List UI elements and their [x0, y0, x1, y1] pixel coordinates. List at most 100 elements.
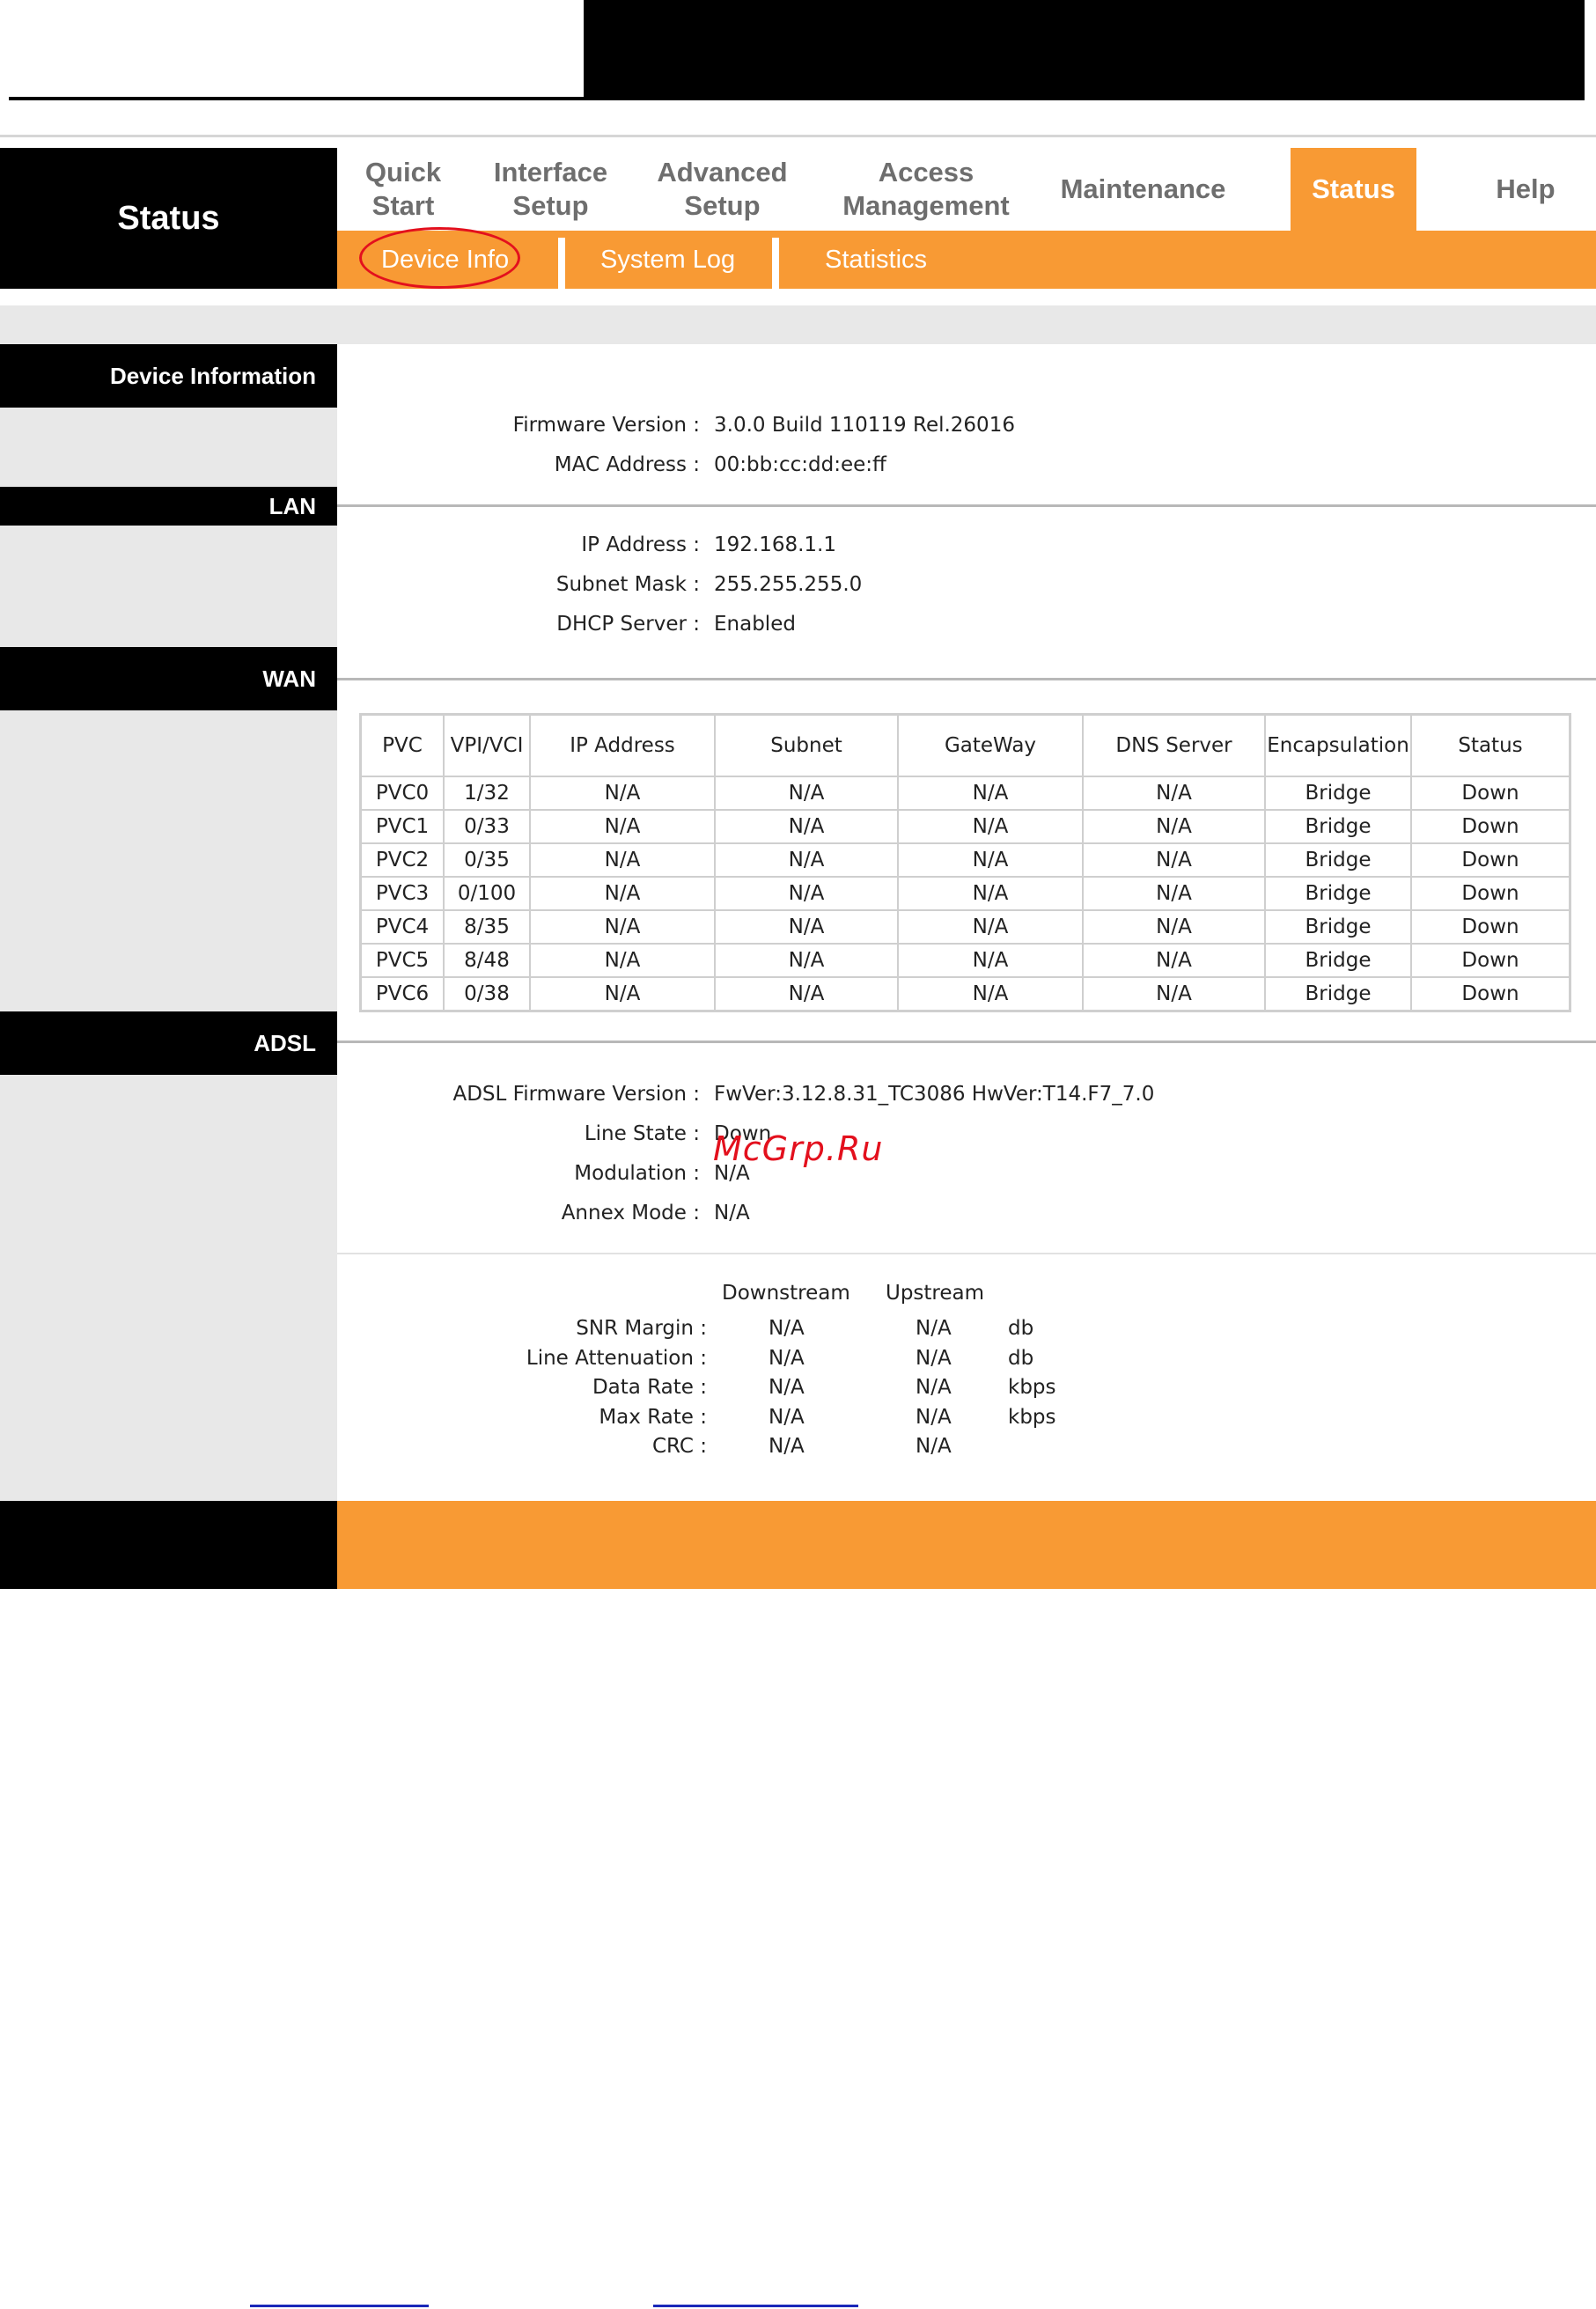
section-lan: LAN: [0, 487, 337, 526]
col-header: Status: [1410, 713, 1571, 777]
wan-table-header: PVC VPI/VCI IP Address Subnet GateWay DN…: [359, 713, 1571, 777]
table-cell: Down: [1410, 909, 1571, 945]
table-cell: N/A: [897, 776, 1084, 811]
stat-upstream: N/A: [916, 1405, 952, 1429]
table-cell: Bridge: [1264, 876, 1412, 911]
stat-unit: db: [1008, 1346, 1034, 1370]
subnet-mask-label: Subnet Mask :: [555, 573, 700, 596]
modulation-label: Modulation :: [574, 1162, 700, 1185]
nav-interface-setup[interactable]: Interface Setup: [469, 148, 632, 231]
dhcp-server-value: Enabled: [714, 613, 796, 636]
stat-label: CRC :: [651, 1435, 707, 1458]
adsl-firmware-value: FwVer:3.12.8.31_TC3086 HwVer:T14.F7_7.0: [714, 1083, 1155, 1106]
table-cell: N/A: [1082, 976, 1266, 1012]
stat-downstream: N/A: [769, 1346, 805, 1370]
table-cell: Down: [1410, 976, 1571, 1012]
annex-mode-value: N/A: [714, 1202, 750, 1224]
subnav-separator: [558, 238, 565, 289]
stat-unit: kbps: [1008, 1405, 1056, 1429]
footer-bar: [337, 1501, 1596, 1589]
highlight-circle: [359, 227, 520, 289]
table-cell: N/A: [529, 842, 716, 878]
stat-label: Line Attenuation :: [526, 1346, 707, 1370]
table-cell: PVC6: [359, 976, 445, 1012]
nav-status[interactable]: Status: [1291, 148, 1416, 231]
divider: [337, 1253, 1596, 1254]
firmware-version-value: 3.0.0 Build 110119 Rel.26016: [714, 414, 1015, 437]
nav-help[interactable]: Help: [1455, 148, 1596, 231]
table-cell: Down: [1410, 876, 1571, 911]
table-row: PVC6 0/38 N/A N/A N/A N/A Bridge Down: [359, 976, 1571, 1012]
table-cell: Down: [1410, 943, 1571, 978]
stat-unit: db: [1008, 1317, 1034, 1340]
table-row: PVC2 0/35 N/A N/A N/A N/A Bridge Down: [359, 842, 1571, 878]
table-cell: N/A: [714, 809, 899, 844]
table-cell: N/A: [897, 842, 1084, 878]
table-cell: N/A: [897, 909, 1084, 945]
table-cell: PVC2: [359, 842, 445, 878]
upstream-header: Upstream: [886, 1282, 985, 1305]
table-cell: Bridge: [1264, 842, 1412, 878]
table-cell: N/A: [529, 943, 716, 978]
subnav-statistics[interactable]: Statistics: [825, 231, 927, 289]
document-link-underline[interactable]: [250, 2305, 429, 2307]
table-cell: PVC5: [359, 943, 445, 978]
annex-mode-label: Annex Mode :: [561, 1202, 700, 1224]
content-top-strip: [0, 305, 1596, 344]
table-cell: Bridge: [1264, 909, 1412, 945]
nav-advanced-setup[interactable]: Advanced Setup: [632, 148, 813, 231]
lan-ip-value: 192.168.1.1: [714, 533, 836, 556]
stat-label: Max Rate :: [599, 1405, 707, 1429]
table-cell: 0/35: [443, 842, 531, 878]
table-cell: Bridge: [1264, 943, 1412, 978]
stat-unit: kbps: [1008, 1376, 1056, 1399]
stat-label: Data Rate :: [592, 1376, 707, 1399]
table-row: PVC0 1/32 N/A N/A N/A N/A Bridge Down: [359, 776, 1571, 811]
table-cell: N/A: [897, 809, 1084, 844]
main-nav: Quick Start Interface Setup Advanced Set…: [337, 148, 1596, 231]
document-link-underline[interactable]: [653, 2305, 858, 2307]
table-cell: PVC0: [359, 776, 445, 811]
table-cell: PVC1: [359, 809, 445, 844]
table-cell: Down: [1410, 842, 1571, 878]
table-cell: PVC3: [359, 876, 445, 911]
watermark: McGrp.Ru: [713, 1129, 884, 1168]
table-cell: N/A: [1082, 842, 1266, 878]
table-cell: N/A: [529, 809, 716, 844]
table-cell: 0/38: [443, 976, 531, 1012]
nav-quick-start[interactable]: Quick Start: [337, 148, 469, 231]
adsl-firmware-label: ADSL Firmware Version :: [452, 1083, 700, 1106]
section-adsl: ADSL: [0, 1011, 337, 1075]
stat-label: SNR Margin :: [576, 1317, 707, 1340]
nav-access-management[interactable]: Access Management: [813, 148, 1040, 231]
stat-upstream: N/A: [916, 1317, 952, 1340]
screenshot-top-border: [0, 135, 1596, 137]
table-cell: N/A: [529, 876, 716, 911]
table-cell: Down: [1410, 809, 1571, 844]
table-cell: 0/33: [443, 809, 531, 844]
subnav-system-log[interactable]: System Log: [600, 231, 735, 289]
col-header: IP Address: [529, 713, 716, 777]
stat-downstream: N/A: [769, 1405, 805, 1429]
downstream-header: Downstream: [722, 1282, 850, 1305]
col-header: DNS Server: [1082, 713, 1266, 777]
document-header-rule: [9, 97, 1585, 100]
subnav-separator: [772, 238, 779, 289]
table-cell: 0/100: [443, 876, 531, 911]
document-page: Status Quick Start Interface Setup Advan…: [0, 0, 1596, 2309]
section-device-information: Device Information: [0, 344, 337, 408]
col-header: Encapsulation: [1264, 713, 1412, 777]
table-cell: N/A: [529, 976, 716, 1012]
table-cell: N/A: [1082, 909, 1266, 945]
dhcp-server-label: DHCP Server :: [556, 613, 700, 636]
stat-upstream: N/A: [916, 1435, 952, 1458]
table-cell: N/A: [714, 776, 899, 811]
table-cell: N/A: [1082, 943, 1266, 978]
col-header: VPI/VCI: [443, 713, 531, 777]
footer-sidebar: [0, 1501, 337, 1589]
table-cell: N/A: [529, 776, 716, 811]
table-cell: N/A: [897, 943, 1084, 978]
divider: [337, 678, 1596, 680]
subnet-mask-value: 255.255.255.0: [714, 573, 863, 596]
nav-maintenance[interactable]: Maintenance: [1040, 148, 1247, 231]
